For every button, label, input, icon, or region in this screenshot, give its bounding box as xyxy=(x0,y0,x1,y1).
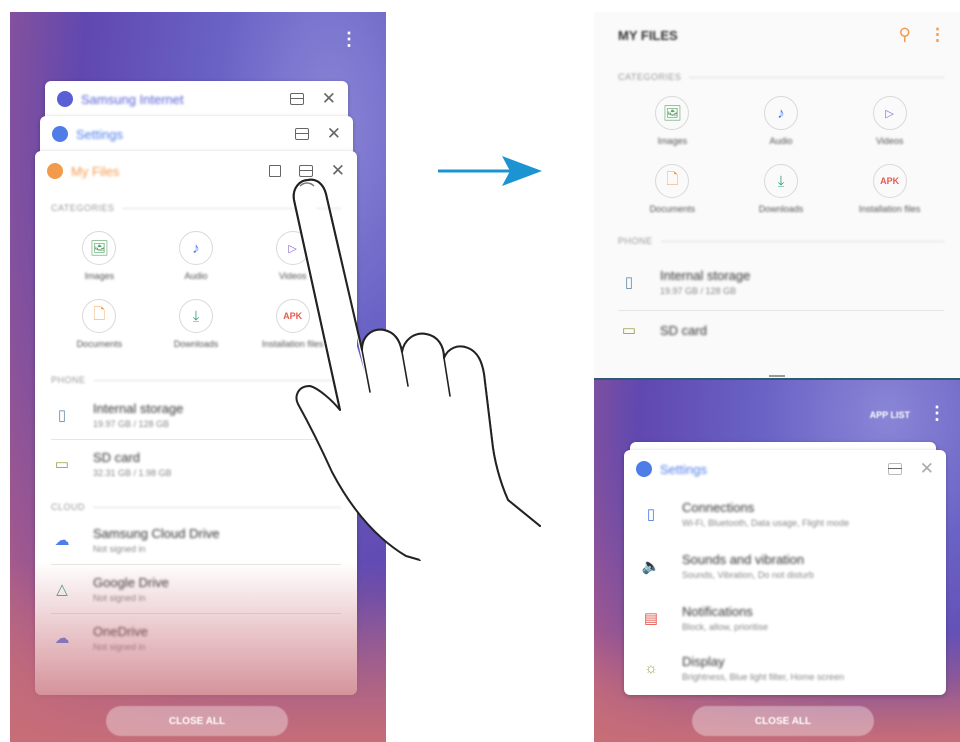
category-downloads[interactable]: ⤓ Downloads xyxy=(148,299,245,349)
card-title: My Files xyxy=(71,163,120,179)
my-files-header: MY FILES ⚲ ⋮ xyxy=(594,12,960,58)
card-title: Settings xyxy=(76,126,123,142)
category-images[interactable]: 🖼 Images xyxy=(618,96,727,146)
settings-item-sounds[interactable]: 🔈 Sounds and vibration Sounds, Vibration… xyxy=(640,540,930,592)
search-icon[interactable]: ⚲ xyxy=(899,25,911,45)
settings-list: ▯ Connections Wi-Fi, Bluetooth, Data usa… xyxy=(624,488,946,692)
samsung-internet-icon xyxy=(57,91,73,107)
card-title: Settings xyxy=(660,461,707,477)
card-title: Samsung Internet xyxy=(81,91,184,107)
categories-grid: 🖼 Images ♪ Audio ▷ Videos 🗋 Documents ⤓ xyxy=(618,96,944,214)
split-screen-icon[interactable] xyxy=(887,463,902,475)
my-files-icon xyxy=(47,163,63,179)
apk-icon: APK xyxy=(872,164,907,198)
music-note-icon: ♪ xyxy=(178,231,213,265)
storage-sd-card[interactable]: ▭ SD card xyxy=(618,311,944,349)
samsung-cloud-icon: ☁ xyxy=(54,532,70,549)
divider-handle[interactable] xyxy=(769,375,785,377)
hand-gesture-illustration xyxy=(292,178,541,561)
phone-storage-icon: ▯ xyxy=(624,274,634,291)
image-icon: 🖼 xyxy=(655,96,690,130)
close-icon[interactable]: ✕ xyxy=(322,89,336,109)
settings-item-display[interactable]: ☼ Display Brightness, Blue light filter,… xyxy=(640,644,930,692)
app-list-button[interactable]: APP LIST xyxy=(870,410,910,420)
recent-card-settings[interactable]: Settings ✕ ▯ Connections Wi-Fi, Bluetoot… xyxy=(624,450,946,695)
connections-icon: ▯ xyxy=(646,506,656,523)
close-all-button[interactable]: CLOSE ALL xyxy=(692,706,874,736)
settings-item-notifications[interactable]: ▤ Notifications Block, allow, prioritise xyxy=(640,592,930,644)
document-icon: 🗋 xyxy=(82,299,117,333)
phone-storage-icon: ▯ xyxy=(57,407,67,424)
recent-apps-bottom: APP LIST ⋮ Settings ✕ ▯ Connections Wi-F… xyxy=(594,380,960,742)
onedrive-icon: ☁ xyxy=(54,630,70,647)
music-note-icon: ♪ xyxy=(763,96,798,130)
video-icon: ▷ xyxy=(872,96,907,130)
category-audio[interactable]: ♪ Audio xyxy=(148,231,245,281)
cloud-onedrive[interactable]: ☁ OneDrive Not signed in xyxy=(51,614,341,662)
storage-internal[interactable]: ▯ Internal storage 19.97 GB / 128 GB xyxy=(618,254,944,311)
sound-icon: 🔈 xyxy=(641,558,661,575)
google-drive-icon: △ xyxy=(56,581,68,598)
document-icon: 🗋 xyxy=(655,164,690,198)
categories-label: CATEGORIES xyxy=(618,72,944,82)
more-options-icon[interactable]: ⋮ xyxy=(929,25,946,45)
category-documents[interactable]: 🗋 Documents xyxy=(618,164,727,214)
storage-list: ▯ Internal storage 19.97 GB / 128 GB ▭ S… xyxy=(618,254,944,349)
settings-gear-icon xyxy=(636,461,652,477)
display-icon: ☼ xyxy=(644,659,658,677)
recent-card-settings[interactable]: Settings ✕ xyxy=(40,116,353,156)
my-files-window: MY FILES ⚲ ⋮ CATEGORIES 🖼 Images ♪ Audio… xyxy=(594,12,960,378)
settings-gear-icon xyxy=(52,126,68,142)
category-documents[interactable]: 🗋 Documents xyxy=(51,299,148,349)
category-audio[interactable]: ♪ Audio xyxy=(727,96,836,146)
close-all-button[interactable]: CLOSE ALL xyxy=(106,706,288,736)
category-images[interactable]: 🖼 Images xyxy=(51,231,148,281)
close-icon[interactable]: ✕ xyxy=(920,459,934,479)
more-options-icon[interactable]: ⋮ xyxy=(928,404,946,422)
split-screen-view: MY FILES ⚲ ⋮ CATEGORIES 🖼 Images ♪ Audio… xyxy=(594,12,960,742)
close-icon[interactable]: ✕ xyxy=(327,124,341,144)
phone-label: PHONE xyxy=(618,236,944,246)
category-installation-files[interactable]: APK Installation files xyxy=(835,164,944,214)
recent-card-samsung-internet[interactable]: Samsung Internet ✕ xyxy=(45,81,348,121)
split-screen-icon[interactable] xyxy=(289,93,304,105)
more-options-icon[interactable]: ⋮ xyxy=(340,30,358,48)
notifications-icon: ▤ xyxy=(643,610,659,627)
category-videos[interactable]: ▷ Videos xyxy=(835,96,944,146)
sd-card-icon: ▭ xyxy=(54,456,70,473)
download-icon: ⤓ xyxy=(178,299,213,333)
page-title: MY FILES xyxy=(618,27,678,43)
sd-card-icon: ▭ xyxy=(621,322,637,339)
settings-item-connections[interactable]: ▯ Connections Wi-Fi, Bluetooth, Data usa… xyxy=(640,488,930,540)
download-icon: ⤓ xyxy=(763,164,798,198)
category-downloads[interactable]: ⤓ Downloads xyxy=(727,164,836,214)
image-icon: 🖼 xyxy=(82,231,117,265)
split-screen-icon[interactable] xyxy=(294,128,309,140)
